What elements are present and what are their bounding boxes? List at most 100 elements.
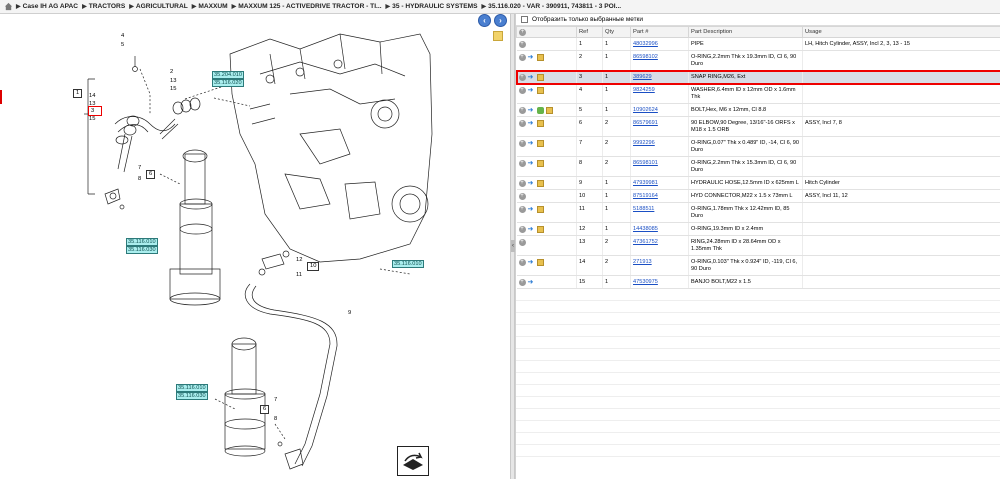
part-number-link[interactable]: 47939981	[633, 180, 658, 186]
row-part[interactable]: 10902624	[630, 103, 689, 117]
info-arrow-icon[interactable]: ➜	[528, 74, 535, 81]
col-qty[interactable]: Qty	[602, 26, 631, 38]
info-arrow-icon[interactable]: ➜	[528, 180, 535, 187]
callout-12[interactable]: 12	[296, 257, 302, 263]
package-icon[interactable]	[536, 180, 544, 187]
row-part[interactable]: 14438085	[630, 222, 689, 236]
highlighted-callout[interactable]	[88, 106, 102, 116]
package-icon[interactable]	[536, 160, 544, 167]
ref-tag[interactable]: 35.116.030	[126, 246, 158, 254]
table-row[interactable]: + ➜ 3 1 389629 SNAP RING,M26, Ext	[515, 69, 1000, 85]
part-number-link[interactable]: 47361752	[633, 239, 658, 245]
row-part[interactable]: 271913	[630, 255, 689, 276]
add-to-cart-icon[interactable]: +	[518, 259, 526, 266]
add-all-icon[interactable]: +	[519, 28, 526, 36]
row-part[interactable]: 389629	[630, 70, 689, 84]
package-icon[interactable]	[536, 54, 544, 61]
part-number-link[interactable]: 9824259	[633, 87, 655, 93]
part-number-link[interactable]: 87519164	[633, 193, 658, 199]
info-arrow-icon[interactable]: ➜	[528, 259, 535, 266]
package-icon[interactable]	[536, 226, 544, 233]
table-row[interactable]: +10 1 87519164 HYD CONNECTOR,M22 x 1.5 x 73…	[516, 189, 1000, 203]
package-icon[interactable]	[536, 120, 544, 127]
row-part[interactable]: 9992296	[630, 136, 689, 157]
package-icon[interactable]	[536, 140, 544, 147]
part-number-link[interactable]: 5188511	[633, 206, 654, 212]
add-to-cart-icon[interactable]: +	[518, 54, 526, 61]
package-icon[interactable]	[545, 107, 553, 114]
part-number-link[interactable]: 9992296	[633, 140, 655, 146]
ref-tag[interactable]: 35.116.010	[176, 384, 208, 392]
info-arrow-icon[interactable]: ➜	[528, 54, 535, 61]
breadcrumb-item[interactable]: ▶ MAXXUM 125 - ACTIVEDRIVE TRACTOR - TI..…	[232, 3, 382, 10]
callout-6b[interactable]: 6	[260, 405, 270, 414]
callout-14[interactable]: 14	[89, 93, 95, 99]
callout-8[interactable]: 8	[138, 176, 141, 182]
row-part[interactable]: 9824259	[630, 83, 689, 104]
add-to-cart-icon[interactable]: +	[518, 120, 526, 127]
table-row[interactable]: + ➜ 2 1 86598102 O-RING,2.2mm Thk x 19.3mm ID…	[516, 50, 1000, 71]
info-arrow-icon[interactable]: ➜	[528, 160, 535, 167]
callout-7[interactable]: 7	[138, 165, 141, 171]
show-selected-checkbox[interactable]	[521, 16, 528, 23]
info-arrow-icon[interactable]: ➜	[528, 279, 535, 286]
callout-2[interactable]: 2	[170, 69, 173, 75]
breadcrumb-item[interactable]: ▶ TRACTORS	[82, 3, 125, 10]
row-part[interactable]: 5188511	[630, 202, 689, 223]
info-arrow-icon[interactable]: ➜	[528, 120, 535, 127]
row-part[interactable]: 87519164	[630, 189, 689, 203]
callout-10[interactable]: 10	[307, 262, 320, 271]
col-part[interactable]: Part #	[630, 26, 689, 38]
ref-tag[interactable]: 35.116.010	[392, 260, 424, 268]
info-arrow-icon[interactable]: ➜	[528, 107, 535, 114]
package-icon[interactable]	[536, 87, 544, 94]
page-turn-icon[interactable]	[397, 446, 429, 476]
row-part[interactable]: 86598102	[630, 50, 689, 71]
part-number-link[interactable]: 14438085	[633, 226, 658, 232]
callout-1[interactable]: 1	[73, 89, 83, 98]
row-part[interactable]: 47939981	[630, 176, 689, 190]
row-part[interactable]: 86598101	[630, 156, 689, 177]
col-desc[interactable]: Part Description	[688, 26, 803, 38]
table-row[interactable]: + ➜ 11 1 5188511 O-RING,1.78mm Thk x 12.42mm …	[516, 202, 1000, 223]
table-row[interactable]: + ➜ 5 1 10902624 BOLT,Hex, M6 x 12mm, Cl 8.8	[516, 103, 1000, 117]
breadcrumb-item[interactable]: ▶ AGRICULTURAL	[129, 3, 188, 10]
col-ref[interactable]: Ref	[576, 26, 603, 38]
package-icon[interactable]	[536, 259, 544, 266]
info-arrow-icon[interactable]: ➜	[528, 226, 535, 233]
callout-9[interactable]: 9	[348, 310, 351, 316]
callout-15b[interactable]: 15	[89, 116, 95, 122]
part-number-link[interactable]: 10902624	[633, 107, 658, 113]
row-part[interactable]: 47361752	[630, 235, 689, 256]
info-arrow-icon[interactable]: ➜	[528, 87, 535, 94]
callout-8b[interactable]: 8	[274, 416, 277, 422]
callout-5[interactable]: 5	[121, 42, 124, 48]
add-to-cart-icon[interactable]: +	[518, 226, 526, 233]
row-part[interactable]: 48032996	[630, 37, 689, 51]
breadcrumb-item[interactable]: ▶ MAXXUM	[192, 3, 228, 10]
info-arrow-icon[interactable]: ➜	[528, 206, 535, 213]
add-to-cart-icon[interactable]: +	[518, 279, 526, 286]
add-to-cart-icon[interactable]: +	[518, 206, 526, 213]
breadcrumb-item[interactable]: ▶ Case IH AG APAC	[16, 3, 78, 10]
ref-tag[interactable]: 35.116.020	[212, 79, 244, 87]
add-to-cart-icon[interactable]: +	[518, 140, 526, 147]
table-row[interactable]: +1 1 48032996 PIPE LH, Hitch Cylinder, ASSY,…	[516, 37, 1000, 51]
ref-tag[interactable]: 35.116.030	[176, 392, 208, 400]
table-row[interactable]: +13 2 47361752 RING,24.28mm ID x 28.64mm OD…	[516, 235, 1000, 256]
package-icon[interactable]	[536, 206, 544, 213]
diagram-panel[interactable]: ‹ › 4 5 2 13 15 1 14 13 3 15 7 6 8 12 10…	[0, 14, 510, 479]
add-to-cart-icon[interactable]: +	[518, 239, 526, 246]
callout-11[interactable]: 11	[296, 272, 302, 278]
eco-icon[interactable]	[536, 107, 544, 114]
add-to-cart-icon[interactable]: +	[518, 87, 526, 94]
add-to-cart-icon[interactable]: +	[518, 160, 526, 167]
add-to-cart-icon[interactable]: +	[518, 107, 526, 114]
table-row[interactable]: + ➜ 4 1 9824259 WASHER,6.4mm ID x 12mm OD x 1…	[516, 83, 1000, 104]
callout-13[interactable]: 13	[170, 78, 176, 84]
row-part[interactable]: 86579691	[630, 116, 689, 137]
callout-4[interactable]: 4	[121, 33, 124, 39]
table-row[interactable]: + ➜ 14 2 271913 O-RING,0.103" Thk x 0.924" ID…	[516, 255, 1000, 276]
breadcrumb-item[interactable]: ▶ 35 - HYDRAULIC SYSTEMS	[386, 3, 478, 10]
table-row[interactable]: + ➜ 12 1 14438085 O-RING,19.3mm ID x 2.4mm	[516, 222, 1000, 236]
